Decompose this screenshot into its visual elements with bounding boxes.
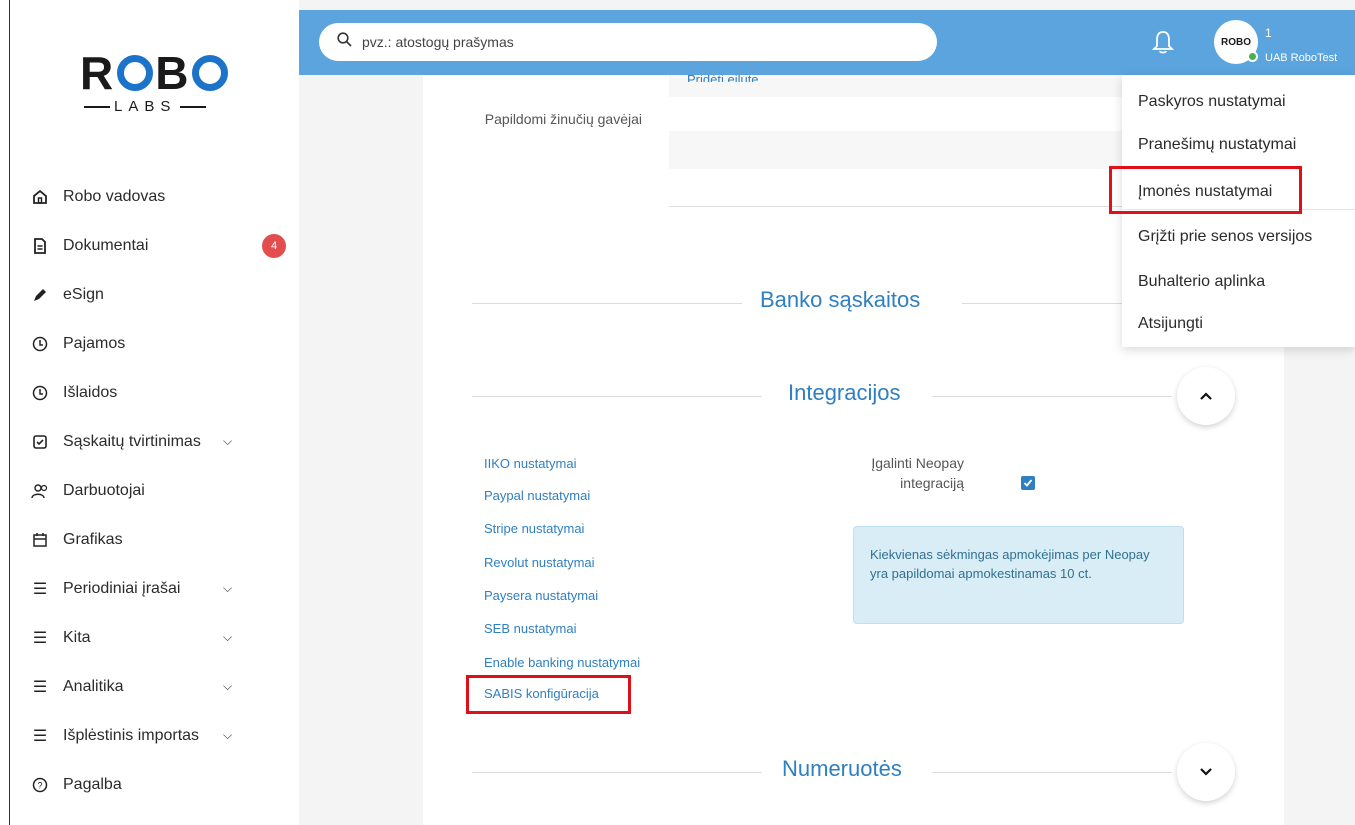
sidebar-item-label: Išplėstinis importas: [63, 726, 200, 744]
users-icon: [31, 482, 49, 500]
sidebar-item-label: Dokumentai: [63, 236, 149, 254]
sidebar-item-label: Periodiniai įrašai: [63, 579, 181, 597]
home-icon: [31, 188, 49, 206]
sidebar-item-robo-vadovas[interactable]: Robo vadovas: [10, 172, 299, 221]
chevron-down-icon[interactable]: ⌵: [223, 728, 232, 743]
sidebar-item-isplestinis-importas[interactable]: ☰ Išplėstinis importas ⌵: [10, 711, 299, 760]
stripe-settings-link[interactable]: Stripe nustatymai: [484, 521, 584, 536]
top-bar: ROBO 1 UAB RoboTest: [299, 10, 1355, 75]
check-icon: [1023, 479, 1033, 487]
recipients-input-row[interactable]: [669, 131, 1139, 169]
menu-item-logout[interactable]: Atsijungti: [1138, 315, 1203, 333]
section-title[interactable]: Integracijos: [788, 380, 901, 406]
sidebar-item-kita[interactable]: ☰ Kita ⌵: [10, 613, 299, 662]
search-input[interactable]: [362, 34, 882, 50]
section-bank-accounts: Banko sąskaitos: [472, 283, 1232, 323]
list-icon: ☰: [32, 727, 48, 745]
seb-settings-link[interactable]: SEB nustatymai: [484, 621, 577, 636]
documents-count-badge: 4: [262, 233, 286, 258]
sidebar-item-periodiniai-irasai[interactable]: ☰ Periodiniai įrašai ⌵: [10, 564, 299, 613]
avatar[interactable]: ROBO: [1214, 20, 1258, 64]
notifications-bell-icon[interactable]: [1151, 29, 1175, 55]
section-title[interactable]: Numeruotės: [782, 756, 902, 782]
chevron-down-icon[interactable]: ⌵: [223, 434, 232, 449]
divider: [669, 206, 1139, 207]
chevron-down-icon[interactable]: ⌵: [223, 679, 232, 694]
menu-item-account-settings[interactable]: Paskyros nustatymai: [1138, 93, 1286, 111]
help-icon: ?: [31, 776, 49, 794]
sidebar-item-darbuotojai[interactable]: Darbuotojai: [10, 466, 299, 515]
neopay-info-alert: Kiekvienas sėkmingas apmokėjimas per Neo…: [853, 526, 1184, 624]
sidebar-item-label: Pagalba: [63, 775, 122, 793]
income-icon: [31, 335, 49, 353]
divider: [472, 303, 742, 304]
divider: [932, 772, 1172, 773]
sidebar-item-label: Sąskaitų tvirtinimas: [63, 432, 201, 450]
additional-recipients-label: Papildomi žinučių gavėjai: [484, 111, 642, 127]
neopay-enable-checkbox[interactable]: [1021, 476, 1035, 490]
enable-banking-settings-link[interactable]: Enable banking nustatymai: [484, 655, 640, 670]
menu-item-notification-settings[interactable]: Pranešimų nustatymai: [1138, 136, 1296, 154]
sidebar-nav: Robo vadovas Dokumentai 4 eSign Pajamos: [10, 172, 299, 809]
chevron-down-icon[interactable]: ⌵: [223, 581, 232, 596]
section-title[interactable]: Banko sąskaitos: [760, 287, 920, 313]
chevron-down-icon: [1200, 768, 1212, 776]
sidebar-item-label: Robo vadovas: [63, 187, 166, 205]
section-numbering: Numeruotės: [472, 752, 1232, 792]
paypal-settings-link[interactable]: Paypal nustatymai: [484, 488, 590, 503]
online-status-dot: [1247, 51, 1258, 62]
sidebar-item-label: Analitika: [63, 677, 124, 695]
sidebar-item-islaidos[interactable]: Išlaidos: [10, 368, 299, 417]
sidebar-item-label: Pajamos: [63, 334, 126, 352]
menu-item-accountant-environment[interactable]: Buhalterio aplinka: [1138, 273, 1265, 291]
list-icon: ☰: [32, 580, 48, 598]
expand-numbering-button[interactable]: [1177, 743, 1235, 801]
highlight-box: [466, 675, 631, 714]
neopay-enable-label: Įgalinti Neopay integraciją: [871, 455, 964, 491]
menu-item-old-version[interactable]: Grįžti prie senos versijos: [1138, 228, 1312, 246]
revolut-settings-link[interactable]: Revolut nustatymai: [484, 555, 595, 570]
company-name[interactable]: UAB RoboTest: [1265, 52, 1337, 64]
sidebar: RB LABS Robo vadovas Dokumentai 4 eSign: [10, 0, 299, 825]
expenses-icon: [31, 384, 49, 402]
search-icon: [337, 32, 352, 52]
sidebar-item-saskaitu-tvirtinimas[interactable]: Sąskaitų tvirtinimas ⌵: [10, 417, 299, 466]
user-number: 1: [1265, 26, 1272, 40]
divider: [472, 396, 762, 397]
sidebar-item-dokumentai[interactable]: Dokumentai 4: [10, 221, 299, 270]
paysera-settings-link[interactable]: Paysera nustatymai: [484, 588, 598, 603]
pen-icon: [31, 286, 49, 304]
sidebar-item-label: Darbuotojai: [63, 481, 145, 499]
highlight-box: [1109, 166, 1302, 214]
sidebar-item-analitika[interactable]: ☰ Analitika ⌵: [10, 662, 299, 711]
sidebar-item-pajamos[interactable]: Pajamos: [10, 319, 299, 368]
sidebar-item-label: Grafikas: [63, 530, 123, 548]
sidebar-item-pagalba[interactable]: ? Pagalba: [10, 760, 299, 809]
chevron-down-icon[interactable]: ⌵: [223, 630, 232, 645]
document-icon: [31, 237, 49, 255]
sidebar-item-label: Išlaidos: [63, 383, 118, 401]
svg-text:?: ?: [37, 780, 42, 790]
divider: [472, 772, 762, 773]
robo-labs-logo[interactable]: RB LABS: [80, 50, 240, 130]
collapse-integrations-button[interactable]: [1177, 367, 1235, 425]
calendar-icon: [31, 531, 49, 549]
sidebar-item-esign[interactable]: eSign: [10, 270, 299, 319]
list-icon: ☰: [32, 629, 48, 647]
invoice-check-icon: [31, 433, 49, 451]
section-integrations: Integracijos: [472, 376, 1232, 416]
chevron-up-icon: [1200, 392, 1212, 400]
sidebar-item-label: eSign: [63, 285, 104, 303]
avatar-logo: ROBO: [1221, 36, 1251, 48]
sidebar-item-label: Kita: [63, 628, 91, 646]
iiko-settings-link[interactable]: IIKO nustatymai: [484, 456, 576, 471]
divider: [932, 396, 1172, 397]
search-bar[interactable]: [319, 23, 937, 61]
sidebar-item-grafikas[interactable]: Grafikas: [10, 515, 299, 564]
list-icon: ☰: [32, 678, 48, 696]
